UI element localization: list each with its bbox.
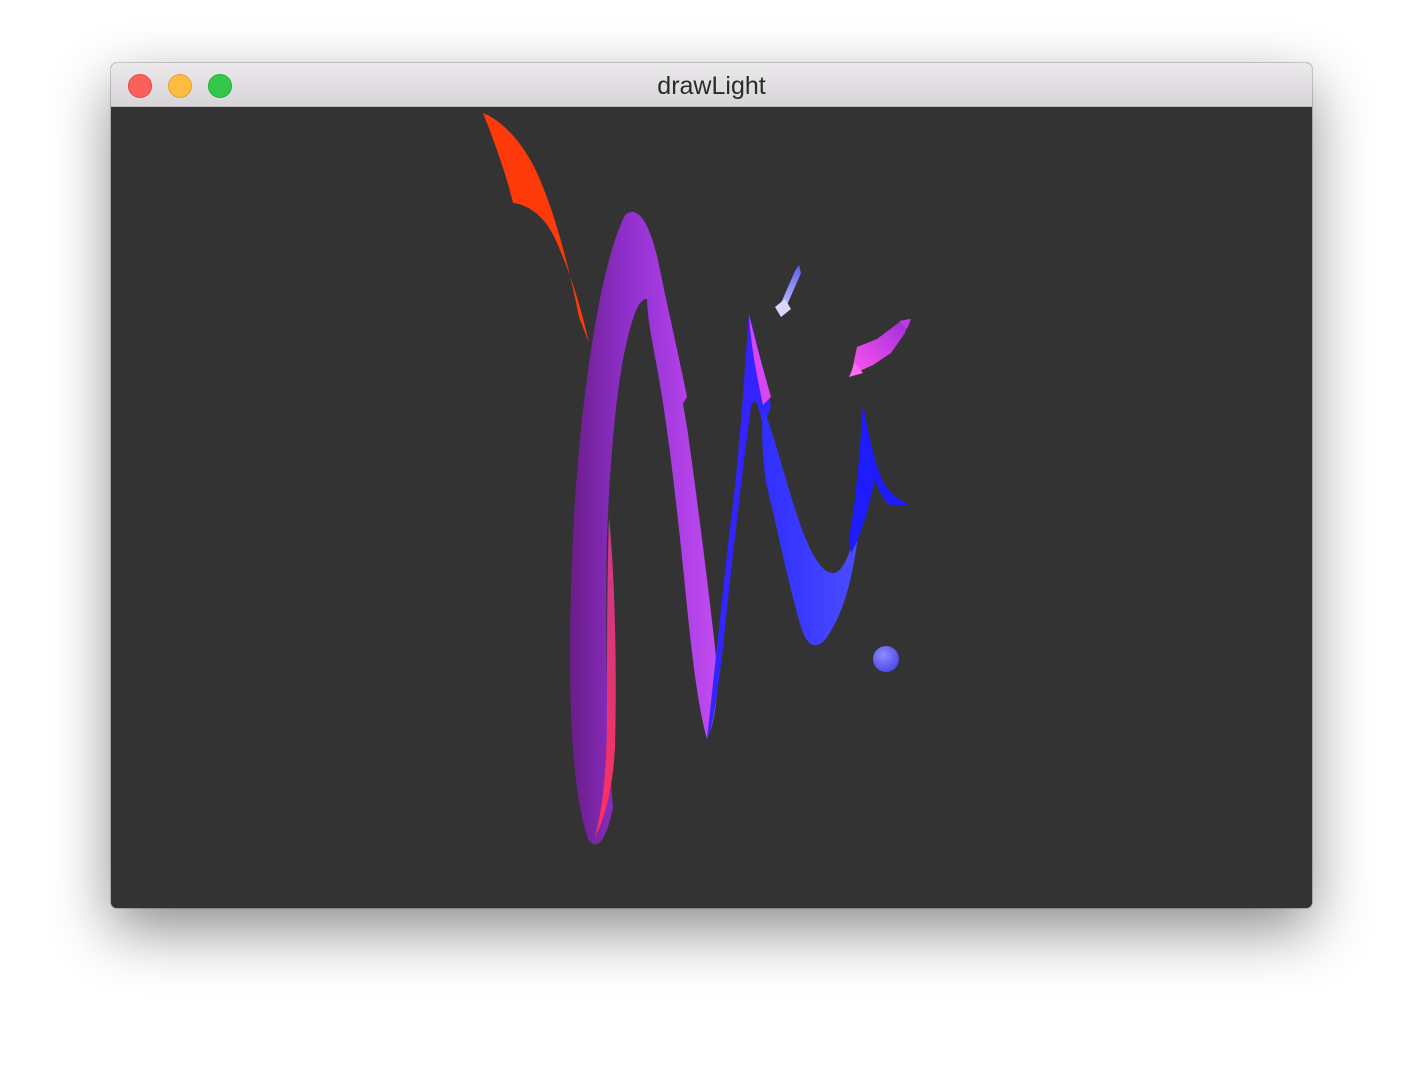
purple-ribbon-inner [647,297,717,739]
app-window: drawLight [111,63,1312,908]
purple-ribbon-loop [570,211,687,845]
scene-render [483,113,911,845]
light-direction-arrow-icon[interactable] [849,319,911,377]
blue-ribbon-tail [849,403,909,553]
gl-canvas[interactable] [111,107,1312,908]
point-light-icon[interactable] [873,646,899,672]
blue-ribbon-scurve [762,407,859,646]
light-probe-icon[interactable] [775,265,801,317]
window-title: drawLight [657,72,766,100]
red-ribbon [483,113,589,343]
title-bar[interactable]: drawLight [111,63,1312,107]
